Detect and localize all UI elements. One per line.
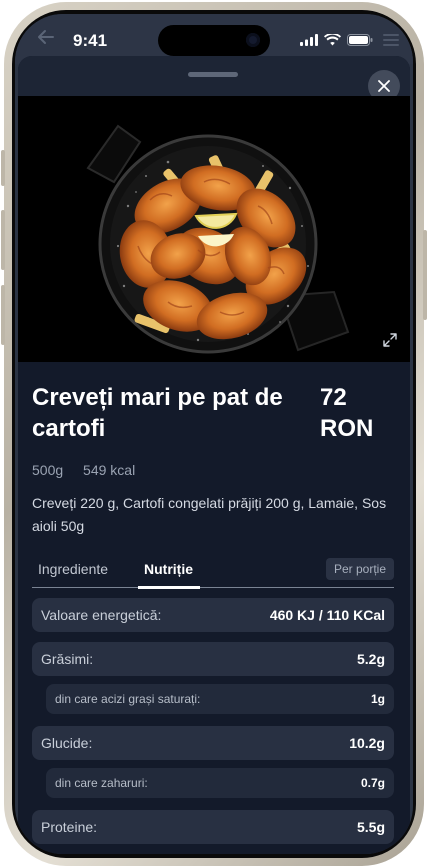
nutrition-value: 5.2g: [356, 651, 385, 667]
dish-meta: 500g 549 kcal: [32, 462, 151, 478]
nutrition-value: 5.5g: [356, 819, 385, 835]
dish-price: 72 RON: [320, 382, 400, 444]
nutrition-row-sugars: din care zaharuri: 0.7g: [46, 768, 394, 798]
price-amount: 72: [320, 384, 347, 411]
side-button-volume-up: [1, 210, 5, 270]
per-portion-toggle[interactable]: Per porție: [325, 558, 394, 580]
menu-icon[interactable]: [383, 34, 399, 46]
tab-nutrition[interactable]: Nutriție: [144, 561, 193, 577]
nutrition-value: 10.2g: [349, 735, 385, 751]
nutrition-label: din care acizi grași saturați:: [55, 692, 201, 706]
nutrition-row-protein: Proteine: 5.5g: [32, 810, 394, 844]
status-time: 9:41: [73, 31, 108, 50]
shrimp-pan-illustration: [18, 96, 410, 362]
status-icons: [300, 34, 373, 46]
dish-calories: 549 kcal: [83, 462, 136, 478]
drag-handle[interactable]: [188, 72, 238, 77]
signal-icon: [300, 34, 318, 46]
side-button-power: [423, 230, 427, 320]
nutrition-row-carbs: Glucide: 10.2g: [32, 726, 394, 760]
nutrition-row-energy: Valoare energetică: 460 KJ / 110 KCal: [32, 598, 394, 632]
close-icon: [378, 80, 390, 92]
nutrition-label: Grăsimi:: [41, 651, 94, 667]
dish-photo: [18, 96, 410, 362]
nutrition-row-fat: Grăsimi: 5.2g: [32, 642, 394, 676]
tab-ingredients[interactable]: Ingrediente: [38, 561, 108, 577]
price-currency: RON: [320, 415, 374, 442]
nutrition-label: din care zaharuri:: [55, 776, 148, 790]
camera-icon: [246, 33, 260, 47]
nutrition-label: Valoare energetică:: [41, 607, 162, 623]
side-button-volume-down: [1, 285, 5, 345]
nutrition-label: Proteine:: [41, 819, 98, 835]
wifi-icon: [324, 34, 341, 46]
dish-description: Creveți 220 g, Cartofi congelati prăjiți…: [32, 495, 387, 534]
nutrition-row-saturated-fat: din care acizi grași saturați: 1g: [46, 684, 394, 714]
expand-icon[interactable]: [382, 332, 398, 348]
product-sheet: Creveți mari pe pat de cartofi 72 RON 50…: [18, 56, 410, 854]
info-tabs: Ingrediente Nutriție Per porție: [32, 552, 394, 589]
nutrition-value: 0.7g: [360, 776, 385, 790]
battery-icon: [347, 34, 373, 46]
dynamic-island: [158, 25, 270, 56]
back-arrow-icon: [38, 30, 54, 44]
sheet-header: [18, 56, 410, 96]
screen: 9:41 Creveți mari pe pat de cartofi 72 R…: [15, 14, 413, 854]
nutrition-value: 1g: [370, 692, 385, 706]
nutrition-label: Glucide:: [41, 735, 93, 751]
dish-title: Creveți mari pe pat de cartofi: [32, 384, 283, 442]
side-button-action: [1, 150, 5, 186]
dish-weight: 500g: [32, 462, 64, 478]
active-tab-indicator: [138, 586, 200, 589]
nutrition-value: 460 KJ / 110 KCal: [269, 607, 385, 623]
